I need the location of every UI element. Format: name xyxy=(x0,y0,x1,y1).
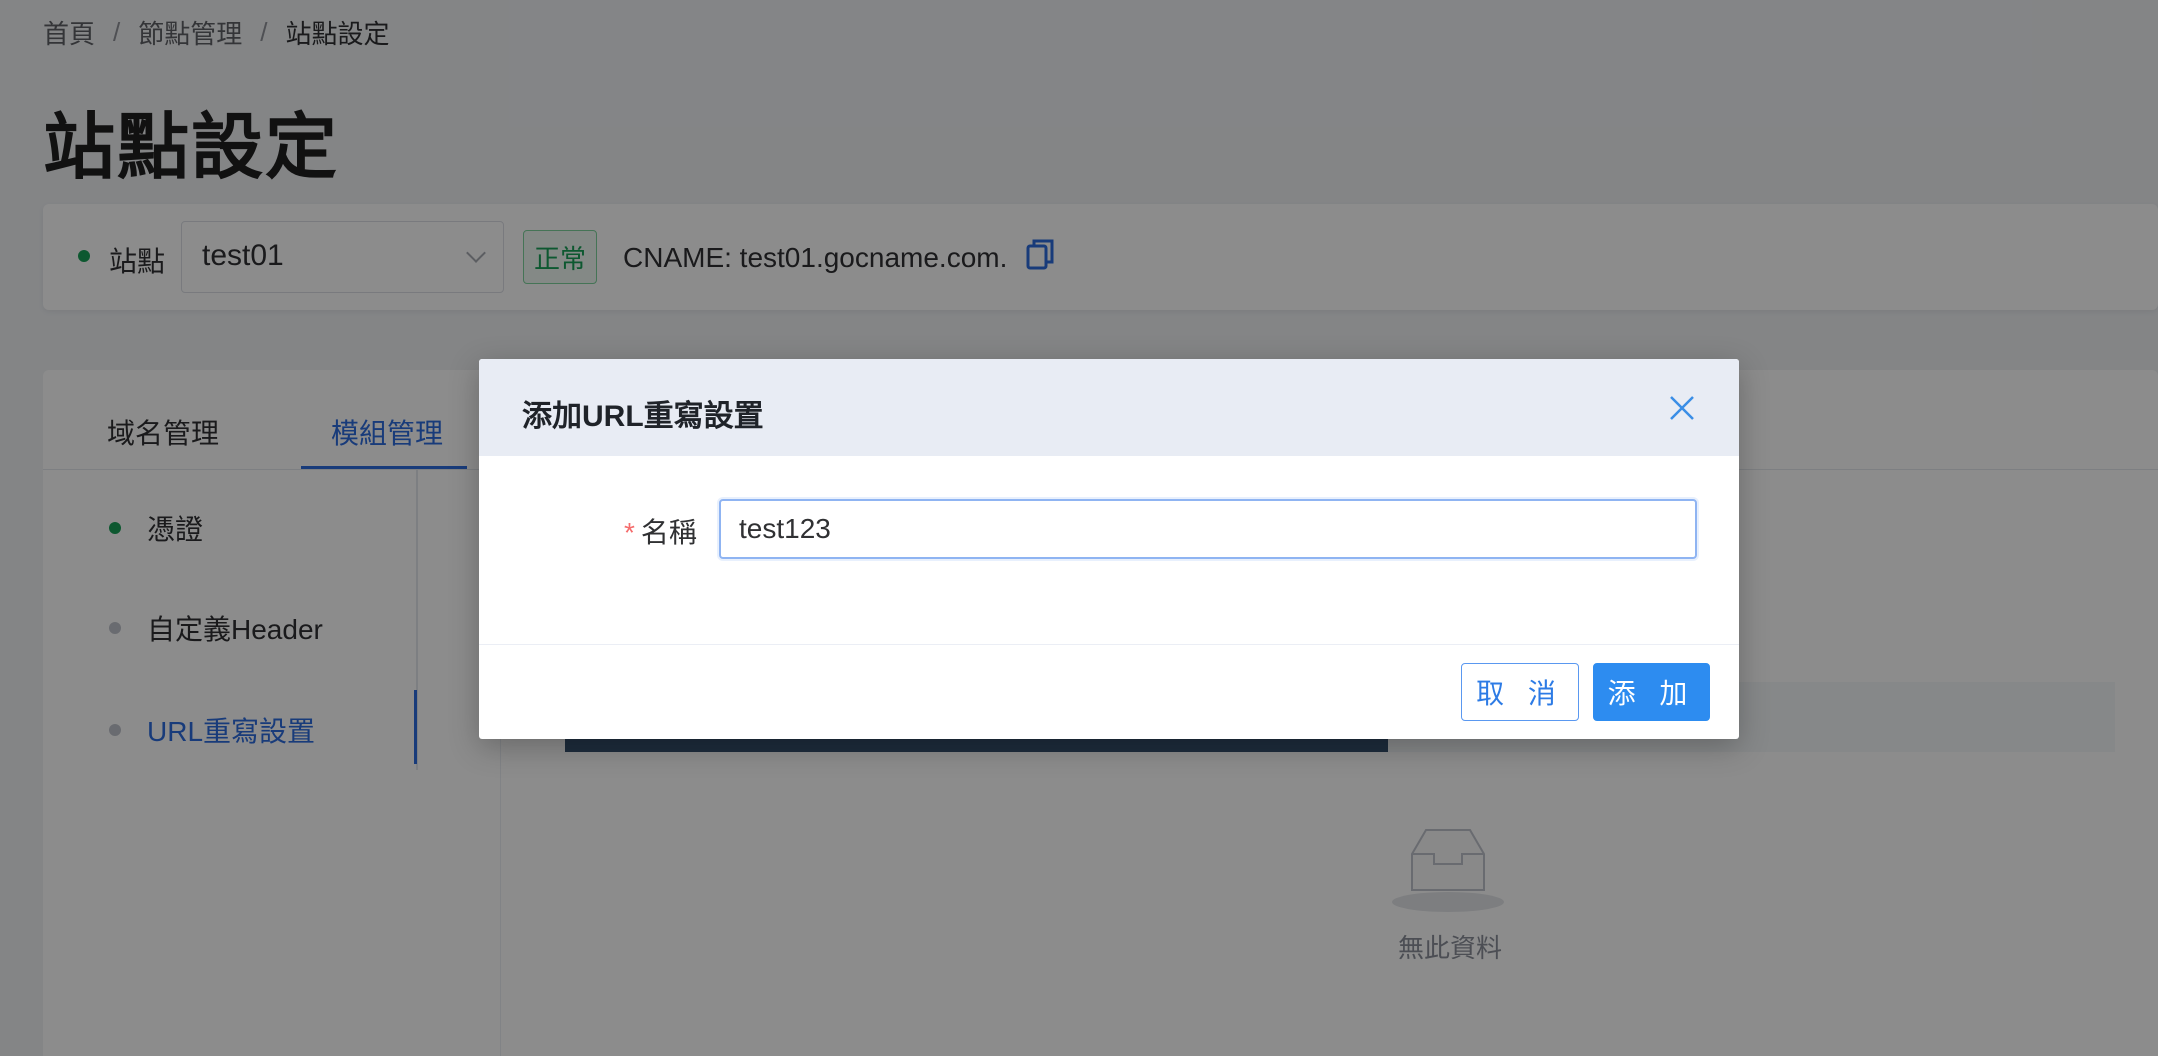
dialog-title: 添加URL重寫設置 xyxy=(522,400,764,433)
add-button[interactable]: 添 加 xyxy=(1593,663,1710,721)
add-url-rewrite-dialog: 添加URL重寫設置 *名稱 取 消 添 加 xyxy=(479,359,1739,739)
required-mark: * xyxy=(624,517,635,548)
name-label-text: 名稱 xyxy=(640,517,697,548)
cancel-button[interactable]: 取 消 xyxy=(1461,663,1579,721)
name-label: * 名稱 xyxy=(624,511,697,551)
name-input[interactable] xyxy=(719,499,1697,559)
dialog-divider xyxy=(479,644,1739,645)
dialog-header: 添加URL重寫設置 xyxy=(479,359,1739,456)
close-icon[interactable] xyxy=(1667,393,1697,423)
